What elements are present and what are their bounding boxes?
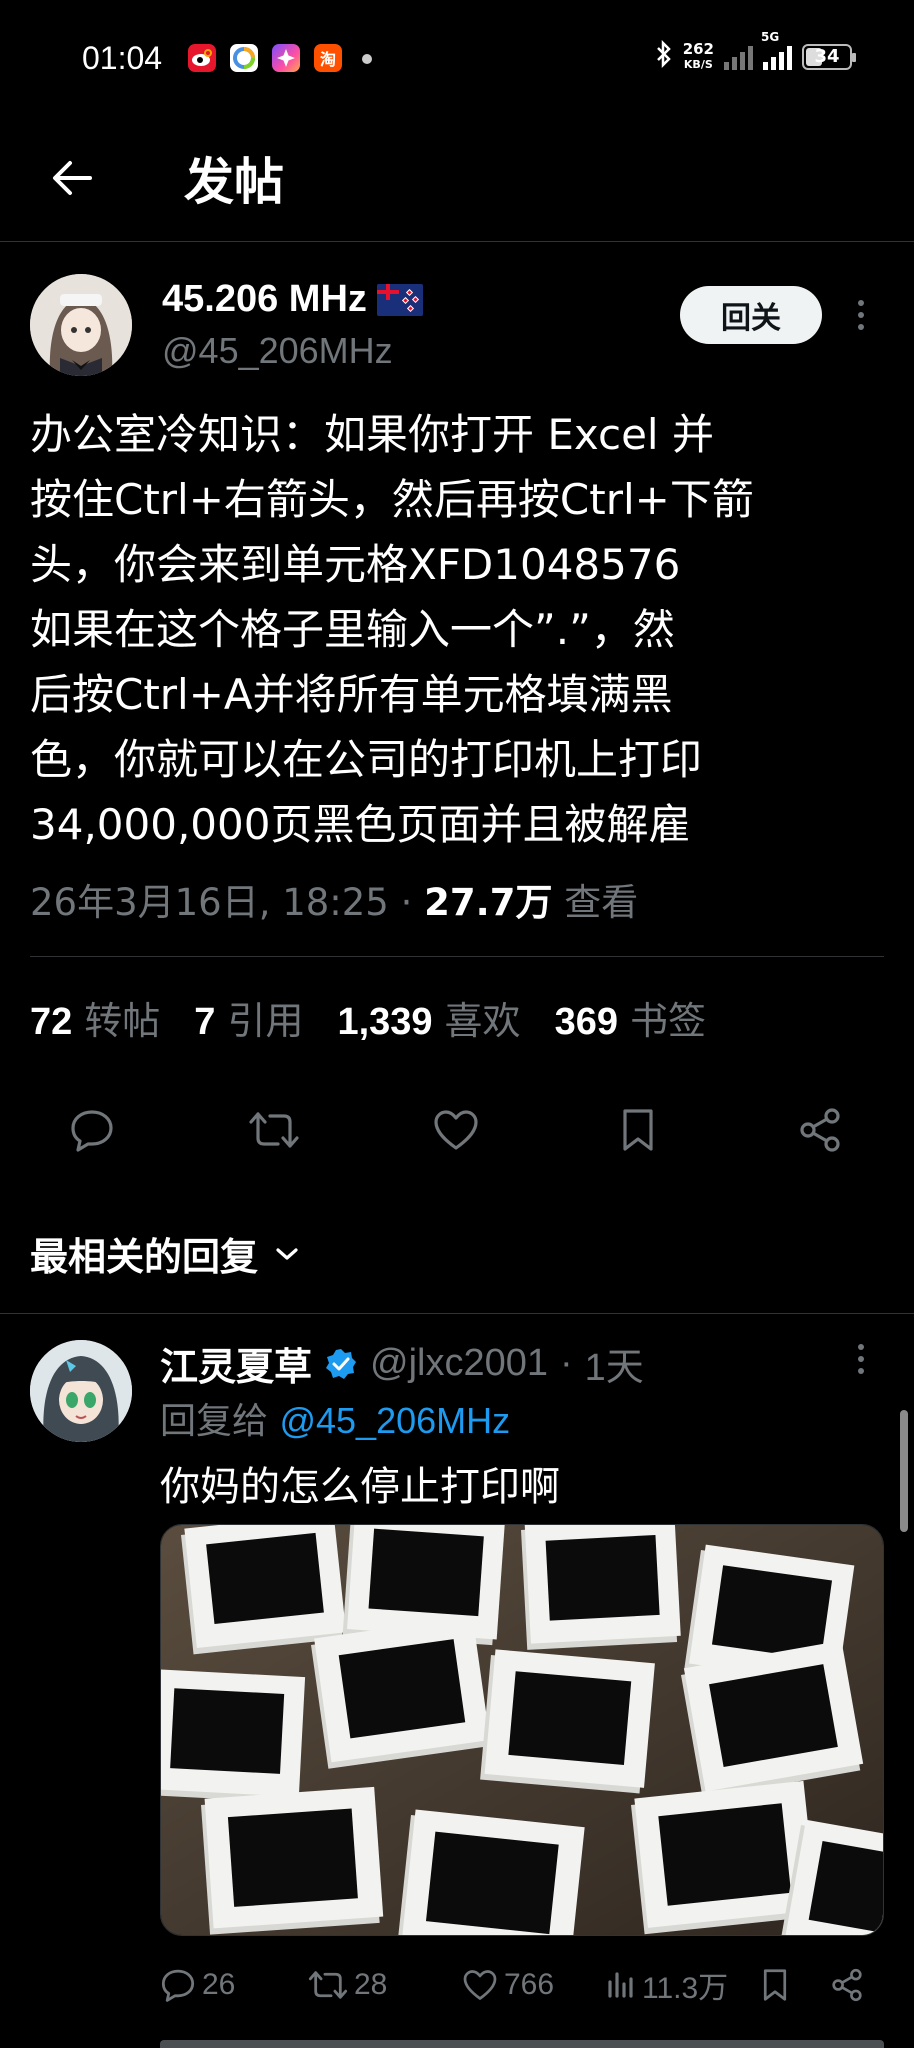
network-speed-value: 262 — [682, 39, 714, 58]
stat-label: 转帖 — [84, 999, 161, 1043]
reply-more-options-icon[interactable] — [856, 1344, 866, 1374]
chevron-down-icon — [276, 1247, 298, 1260]
signal-bars-icon — [763, 44, 792, 70]
top-bar: 发帖 — [0, 120, 914, 242]
stat-count: 369 — [554, 1001, 618, 1043]
tweet-datetime: 26年3月16日, 18:25 — [30, 881, 389, 924]
status-right: 262 KB/S 5G 34 — [655, 30, 856, 73]
author-name[interactable]: 45.206 MHz — [162, 278, 367, 321]
like-icon[interactable] — [426, 1100, 486, 1160]
reply-text: 你妈的怎么停止打印啊 — [160, 1464, 560, 1510]
reply-header: 江灵夏草 @jlxc2001 · 1天 — [160, 1336, 644, 1391]
stat-label: 引用 — [227, 999, 304, 1043]
more-options-icon[interactable] — [856, 300, 866, 330]
reply-actions: 26 28 766 11.3万 — [0, 1960, 914, 2010]
reply-share-button[interactable] — [830, 1960, 864, 2010]
bookmark-icon[interactable] — [608, 1100, 668, 1160]
reply-to-line: 回复给 @45_206MHz — [160, 1392, 510, 1444]
author-handle[interactable]: @45_206MHz — [162, 330, 393, 372]
arrow-left-icon[interactable] — [44, 150, 100, 206]
retweet-icon — [308, 1971, 348, 1999]
reply-to-handle-link[interactable]: @45_206MHz — [279, 1400, 510, 1441]
status-time: 01:04 — [82, 40, 163, 76]
reply-icon — [161, 1969, 195, 2002]
tweet-views-label[interactable]: 查看 — [564, 881, 638, 924]
reply-retweet-button[interactable]: 28 — [308, 1960, 387, 2010]
notification-dot — [362, 54, 372, 64]
stat-quotes[interactable]: 7 引用 — [194, 990, 303, 1045]
next-item-edge — [160, 2040, 884, 2048]
reply-like-count: 766 — [504, 1968, 555, 2001]
replies-sort-dropdown[interactable]: 最相关的回复 — [30, 1226, 300, 1281]
divider — [30, 956, 884, 957]
bluetooth-icon — [655, 39, 673, 73]
taobao-icon: 淘 — [314, 44, 342, 72]
tweet-actions — [0, 1100, 914, 1160]
reply-like-button[interactable]: 766 — [462, 1960, 554, 2010]
star-app-icon — [272, 44, 300, 72]
page-title: 发帖 — [184, 153, 284, 211]
reply-retweet-count: 28 — [354, 1968, 388, 2001]
tweet-text: 办公室冷知识：如果你打开 Excel 并 按住Ctrl+右箭头，然后再按Ctrl… — [30, 410, 754, 849]
browser-icon — [230, 44, 258, 72]
reply-bookmark-button[interactable] — [760, 1960, 790, 2010]
stat-label: 书签 — [629, 999, 706, 1043]
battery-level: 34 — [814, 46, 840, 67]
share-icon[interactable] — [790, 1100, 850, 1160]
reply-handle[interactable]: @jlxc2001 — [370, 1342, 548, 1385]
signal-icon — [724, 44, 753, 70]
reply-comment-button[interactable]: 26 — [160, 1960, 235, 2010]
scrollbar-thumb[interactable] — [900, 1410, 908, 1532]
status-bar: 01:04 淘 262 KB/S 5G 34 — [0, 0, 914, 120]
network-type: 5G — [761, 29, 780, 44]
views-chart-icon — [608, 1972, 633, 1998]
reply-author-name[interactable]: 江灵夏草 — [160, 1336, 312, 1391]
bookmark-icon — [763, 1969, 787, 2001]
verified-badge-icon — [326, 1348, 357, 1379]
stat-bookmarks[interactable]: 369 书签 — [555, 990, 706, 1045]
tweet-author[interactable]: 45.206 MHz — [162, 278, 423, 321]
reply-views-count: 11.3万 — [642, 1972, 729, 2005]
tweet-views-count[interactable]: 27.7万 — [424, 881, 552, 924]
reply-time: 1天 — [584, 1347, 644, 1389]
network-speed: 262 KB/S — [683, 41, 714, 73]
like-icon — [463, 1970, 497, 2000]
stat-label: 喜欢 — [444, 999, 521, 1043]
reply-views-button[interactable]: 11.3万 — [606, 1960, 728, 2010]
meta-separator: · — [400, 881, 413, 924]
stat-count: 7 — [194, 1001, 216, 1043]
signal-5g: 5G — [761, 30, 792, 70]
reply-icon[interactable] — [62, 1100, 122, 1160]
weibo-icon — [188, 44, 216, 72]
tweet-meta: 26年3月16日, 18:25 · 27.7万 查看 — [30, 872, 638, 926]
reply-media-image[interactable] — [160, 1524, 884, 1936]
network-speed-unit: KB/S — [683, 57, 713, 71]
stat-likes[interactable]: 1,339 喜欢 — [337, 990, 520, 1045]
stat-count: 1,339 — [337, 1001, 433, 1043]
nz-flag-icon — [376, 283, 423, 316]
share-icon — [832, 1968, 862, 2002]
replies-sort-label: 最相关的回复 — [30, 1235, 259, 1279]
tweet-stats: 72 转帖 7 引用 1,339 喜欢 369 书签 — [30, 990, 706, 1045]
stat-count: 72 — [30, 1001, 73, 1043]
reply-comment-count: 26 — [202, 1968, 236, 2001]
author-avatar[interactable] — [30, 274, 132, 376]
battery-icon: 34 — [802, 43, 856, 70]
follow-back-button[interactable]: 回关 — [680, 286, 822, 344]
reply-to-label: 回复给 — [160, 1401, 269, 1442]
retweet-icon[interactable] — [244, 1100, 304, 1160]
reply-avatar[interactable] — [30, 1340, 132, 1442]
stat-retweets[interactable]: 72 转帖 — [30, 990, 160, 1045]
reply-separator: · — [560, 1342, 573, 1384]
section-divider — [0, 1313, 914, 1314]
